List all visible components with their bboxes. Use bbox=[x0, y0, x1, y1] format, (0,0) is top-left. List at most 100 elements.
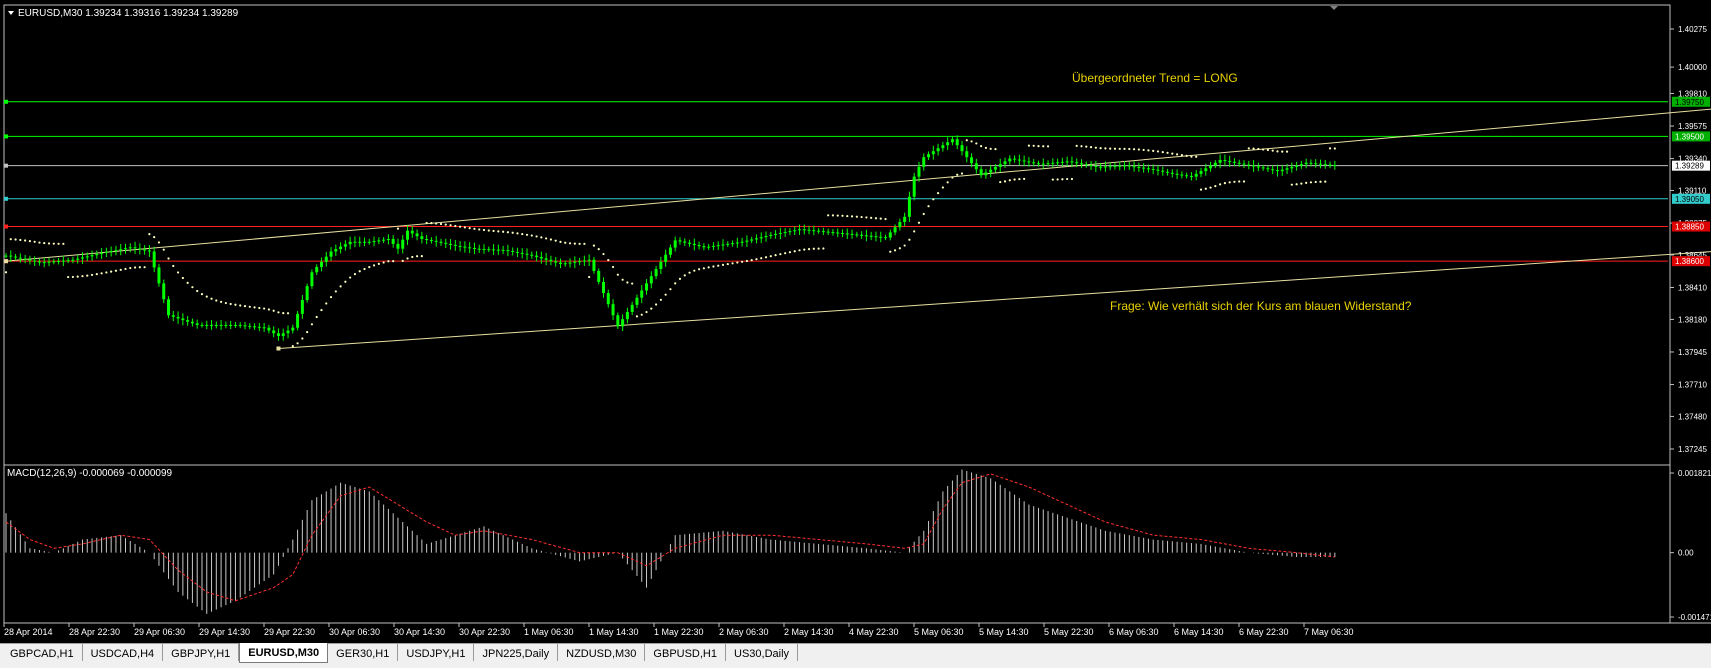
candle-body bbox=[190, 321, 194, 324]
sar-dot bbox=[1295, 183, 1298, 186]
trendline-anchor[interactable] bbox=[4, 259, 8, 264]
sar-dot bbox=[874, 217, 878, 220]
candle-body bbox=[152, 251, 156, 268]
candle-body bbox=[276, 333, 280, 337]
tab-us30-daily[interactable]: US30,Daily bbox=[726, 644, 799, 661]
sar-dot bbox=[1147, 149, 1150, 152]
level-handle[interactable] bbox=[4, 196, 8, 201]
level-handle[interactable] bbox=[4, 134, 8, 139]
sar-dot bbox=[917, 221, 921, 224]
candle-body bbox=[993, 166, 997, 170]
sar-dot bbox=[33, 240, 36, 243]
candle-body bbox=[1170, 172, 1174, 174]
tab-gbpcad-h1[interactable]: GBPCAD,H1 bbox=[2, 644, 83, 661]
sar-dot bbox=[497, 230, 500, 233]
candle-body bbox=[1194, 173, 1198, 177]
candle-body bbox=[396, 243, 400, 249]
candle-body bbox=[1142, 167, 1146, 169]
candle-body bbox=[200, 324, 204, 326]
trendline-anchor[interactable] bbox=[276, 346, 281, 351]
tab-jpn225-daily[interactable]: JPN225,Daily bbox=[474, 644, 559, 661]
candle-body bbox=[774, 233, 778, 235]
candle-body bbox=[797, 229, 801, 231]
sar-dot bbox=[267, 308, 270, 311]
trendlines[interactable] bbox=[4, 91, 1711, 351]
sar-dot bbox=[717, 264, 720, 267]
candle-body bbox=[1017, 159, 1021, 161]
sar-dot bbox=[903, 244, 906, 247]
candle-body bbox=[668, 247, 672, 255]
sar-dot bbox=[712, 265, 715, 268]
sar-dot bbox=[449, 224, 452, 227]
tab-usdcad-h4[interactable]: USDCAD,H4 bbox=[83, 644, 164, 661]
candle-body bbox=[535, 255, 539, 258]
sar-dot bbox=[822, 247, 825, 250]
sar-dot bbox=[941, 186, 944, 189]
sar-dot bbox=[1066, 177, 1069, 181]
price-tick-label: 1.38180 bbox=[1678, 315, 1707, 324]
candle-body bbox=[735, 242, 739, 244]
sar-dot bbox=[645, 310, 648, 314]
candle-body bbox=[272, 330, 276, 334]
sar-dot bbox=[1176, 153, 1179, 156]
candle-body bbox=[611, 304, 615, 316]
time-tick-label: 5 May 06:30 bbox=[914, 627, 964, 637]
candle-body bbox=[143, 249, 147, 251]
sar-dot bbox=[1199, 188, 1203, 191]
sar-dot bbox=[454, 224, 457, 228]
tab-ger30-h1[interactable]: GER30,H1 bbox=[328, 644, 399, 661]
sar-dot bbox=[492, 229, 495, 233]
sar-dot bbox=[396, 227, 400, 230]
candle-body bbox=[673, 240, 677, 248]
candle-body bbox=[936, 148, 940, 152]
tab-nzdusd-m30[interactable]: NZDUSD,M30 bbox=[558, 644, 646, 661]
sar-dot bbox=[1171, 152, 1174, 155]
sar-dot bbox=[841, 214, 844, 217]
main-chart-frame[interactable] bbox=[3, 4, 1671, 466]
candle-body bbox=[124, 248, 127, 250]
candle-body bbox=[884, 237, 888, 239]
candle-body bbox=[1256, 166, 1260, 168]
tab-gbpusd-h1[interactable]: GBPUSD,H1 bbox=[645, 644, 726, 661]
candle-body bbox=[291, 327, 295, 331]
candle-body bbox=[1223, 159, 1227, 161]
level-handle[interactable] bbox=[4, 163, 8, 168]
time-tick-label: 30 Apr 14:30 bbox=[394, 627, 445, 637]
time-tick-label: 5 May 22:30 bbox=[1044, 627, 1094, 637]
sar-dot bbox=[1166, 151, 1169, 154]
sar-dot bbox=[760, 257, 763, 260]
price-axis-ticks: 1.402751.400001.398101.395751.393401.391… bbox=[1670, 25, 1707, 454]
sar-dot bbox=[1156, 150, 1160, 153]
sar-dot bbox=[425, 221, 428, 225]
question-annotation[interactable]: Frage: Wie verhält sich der Kurs am blau… bbox=[1110, 299, 1412, 313]
tab-gbpjpy-h1[interactable]: GBPJPY,H1 bbox=[163, 644, 240, 661]
candle-body bbox=[1252, 165, 1256, 167]
candle-body bbox=[1080, 163, 1083, 165]
chart-shift-marker-icon[interactable] bbox=[1330, 6, 1338, 10]
tab-usdjpy-h1[interactable]: USDJPY,H1 bbox=[398, 644, 475, 661]
candle-body bbox=[888, 232, 892, 238]
sar-dot bbox=[1085, 145, 1088, 148]
candle-body bbox=[425, 239, 429, 240]
trend-annotation[interactable]: Übergeordneter Trend = LONG bbox=[1072, 71, 1238, 85]
sar-dot bbox=[779, 253, 782, 256]
sar-dot bbox=[913, 230, 916, 233]
candle-body bbox=[1242, 163, 1246, 165]
sar-dot bbox=[621, 278, 624, 281]
dropdown-triangle-icon[interactable] bbox=[8, 11, 14, 15]
level-handle[interactable] bbox=[4, 99, 8, 104]
macd-subwindow-frame[interactable] bbox=[3, 464, 1671, 624]
candle-body bbox=[453, 244, 457, 246]
candle-body bbox=[1008, 158, 1012, 162]
sar-dot bbox=[1238, 180, 1241, 183]
sar-dot bbox=[1051, 178, 1054, 181]
candle-body bbox=[1046, 163, 1050, 165]
tab-eurusd-m30[interactable]: EURUSD,M30 bbox=[239, 643, 329, 663]
sar-dot bbox=[76, 275, 79, 278]
trendline[interactable] bbox=[5, 91, 1711, 262]
price-tick-label: 1.38410 bbox=[1678, 284, 1707, 293]
candle-body bbox=[965, 151, 969, 158]
level-handle[interactable] bbox=[4, 224, 8, 229]
candle-body bbox=[138, 248, 142, 250]
sar-dot bbox=[588, 275, 591, 279]
